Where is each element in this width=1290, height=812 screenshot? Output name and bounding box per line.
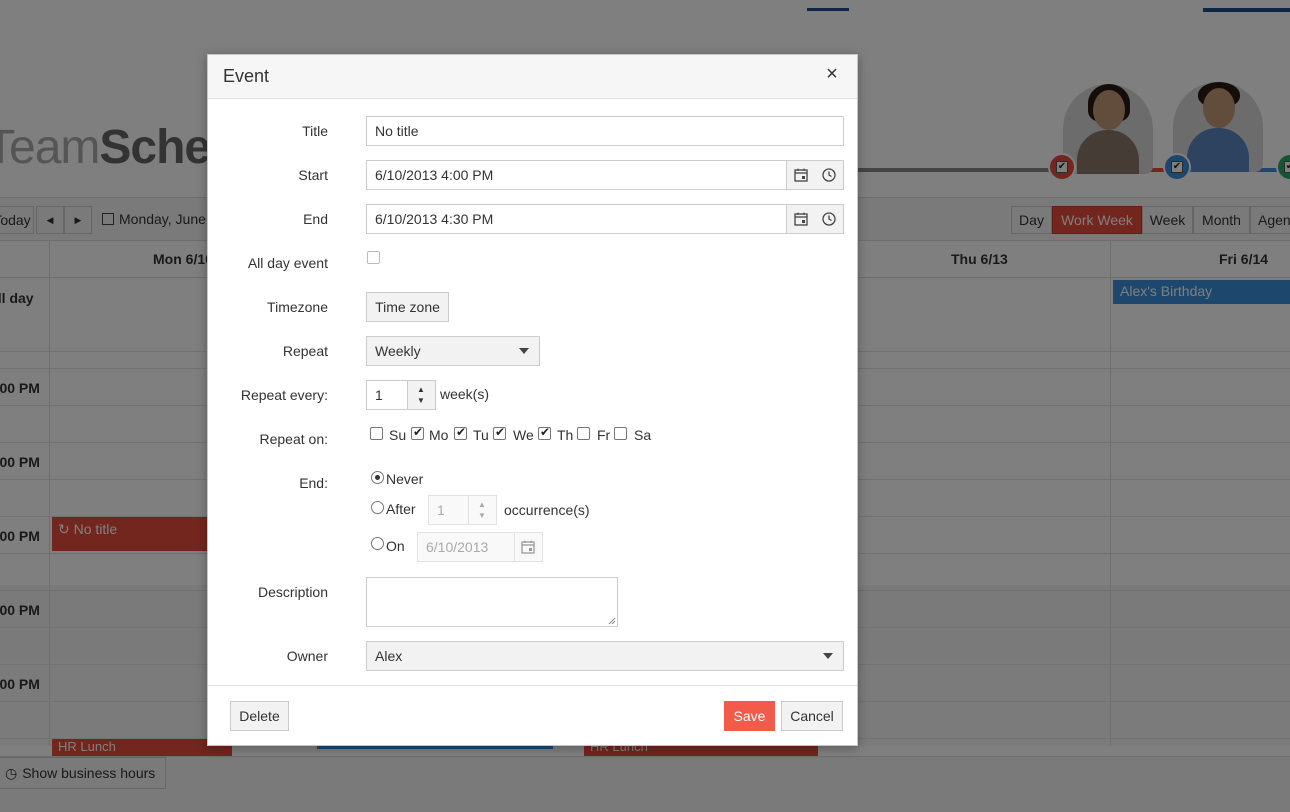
start-label: Start <box>298 167 328 183</box>
dialog-titlebar: Event × <box>208 55 857 99</box>
repeat-every-stepper[interactable]: 1 ▲ ▼ <box>366 380 436 410</box>
weekday-label-mo: Mo <box>429 427 449 443</box>
calendar-icon[interactable] <box>793 211 809 227</box>
end-on-radio[interactable] <box>371 537 384 550</box>
caret-down-icon <box>519 348 529 354</box>
end-label: End <box>303 211 328 227</box>
end-never-label: Never <box>386 471 424 487</box>
cancel-button[interactable]: Cancel <box>781 701 843 731</box>
all-day-checkbox[interactable] <box>367 251 380 264</box>
dialog-title: Event <box>223 66 270 86</box>
timezone-button[interactable]: Time zone <box>366 292 449 322</box>
occurrence-unit: occurrence(s) <box>504 502 590 518</box>
end-never-radio[interactable] <box>371 471 384 484</box>
weekday-label-we: We <box>513 427 534 443</box>
arrow-up-icon[interactable]: ▲ <box>478 500 486 509</box>
description-label: Description <box>257 584 328 600</box>
repeat-every-label: Repeat every: <box>240 387 328 403</box>
weekday-label-tu: Tu <box>473 427 489 443</box>
resize-handle-icon[interactable] <box>608 617 616 625</box>
delete-button[interactable]: Delete <box>230 701 289 731</box>
arrow-down-icon[interactable]: ▼ <box>417 396 425 405</box>
close-icon[interactable]: × <box>824 64 840 84</box>
clock-icon[interactable] <box>821 211 837 227</box>
weekday-checkbox-fr[interactable] <box>577 427 590 440</box>
weekday-checkbox-sa[interactable] <box>614 427 627 440</box>
owner-select[interactable]: Alex <box>366 641 844 671</box>
end-rule-label: End: <box>299 475 328 491</box>
repeat-on-label: Repeat on: <box>259 431 329 447</box>
repeat-every-unit: week(s) <box>440 386 490 402</box>
end-after-label: After <box>386 501 416 517</box>
weekday-checkbox-mo[interactable] <box>411 425 424 440</box>
repeat-select[interactable]: Weekly <box>366 336 540 366</box>
arrow-down-icon[interactable]: ▼ <box>478 511 486 520</box>
start-datetime-input[interactable]: 6/10/2013 4:00 PM <box>366 160 844 190</box>
start-value: 6/10/2013 4:00 PM <box>375 167 494 183</box>
all-day-label: All day event <box>247 255 328 271</box>
calendar-icon[interactable] <box>793 167 809 183</box>
clock-icon[interactable] <box>821 167 837 183</box>
end-datetime-input[interactable]: 6/10/2013 4:30 PM <box>366 204 844 234</box>
repeat-label: Repeat <box>282 343 328 359</box>
dialog-footer: Delete Save Cancel <box>208 685 857 745</box>
owner-label: Owner <box>286 648 328 664</box>
weekday-checkbox-su[interactable] <box>370 427 383 440</box>
calendar-icon[interactable] <box>520 539 536 555</box>
title-label: Title <box>302 123 328 139</box>
weekday-label-sa: Sa <box>634 427 652 443</box>
end-after-radio[interactable] <box>371 501 384 514</box>
caret-down-icon <box>823 653 833 659</box>
weekday-label-th: Th <box>557 427 574 443</box>
weekday-label-fr: Fr <box>597 427 611 443</box>
end-value: 6/10/2013 4:30 PM <box>375 211 494 227</box>
description-textarea[interactable] <box>366 577 618 627</box>
timezone-label: Timezone <box>267 299 328 315</box>
occurrence-count-stepper[interactable]: 1 ▲ ▼ <box>428 495 497 525</box>
event-dialog: Event × Title No title Start 6/10/2013 4… <box>207 54 858 746</box>
end-on-label: On <box>386 538 405 554</box>
arrow-up-icon[interactable]: ▲ <box>417 385 425 394</box>
weekday-checkbox-tu[interactable] <box>454 425 467 440</box>
title-input[interactable]: No title <box>366 116 844 146</box>
weekday-checkbox-th[interactable] <box>538 425 551 440</box>
save-button[interactable]: Save <box>724 701 775 731</box>
weekday-label-su: Su <box>389 427 407 443</box>
end-on-date-input[interactable]: 6/10/2013 <box>417 532 543 562</box>
weekday-checkbox-we[interactable] <box>493 425 506 440</box>
